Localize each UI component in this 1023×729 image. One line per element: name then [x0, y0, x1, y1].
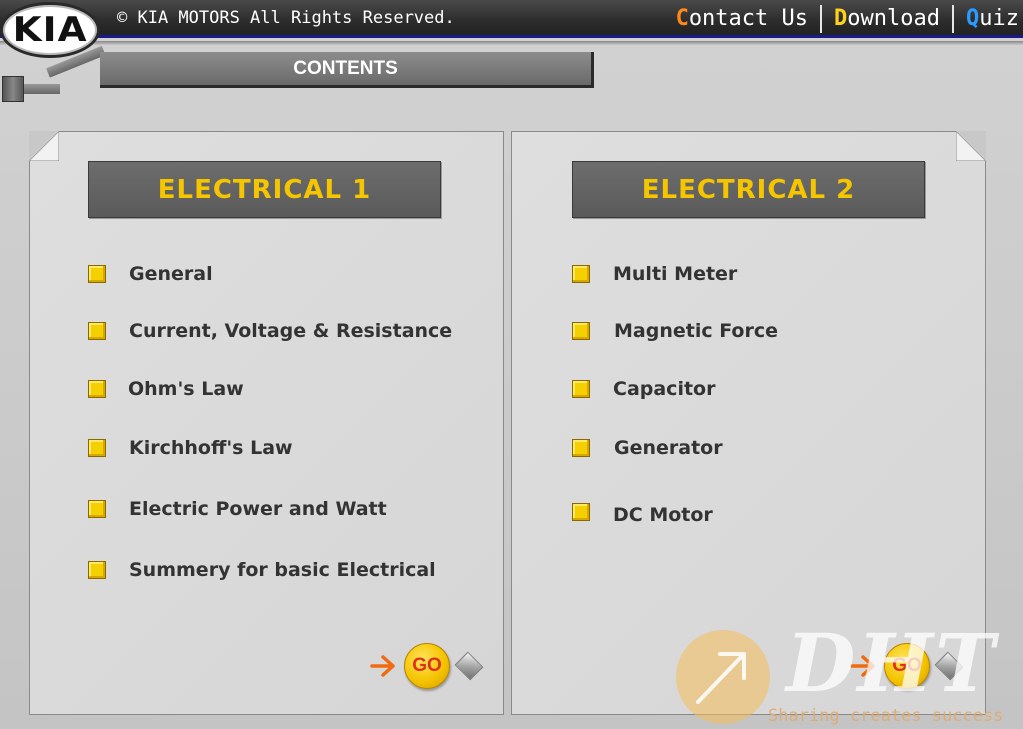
pipe-decoration: [20, 84, 60, 94]
kia-logo[interactable]: KIA: [0, 2, 100, 58]
nav-initial: Q: [966, 6, 980, 31]
copyright-text: © KIA MOTORS All Rights Reserved.: [117, 8, 455, 28]
menu-item-label: Capacitor: [613, 378, 716, 400]
menu-item-label: Magnetic Force: [614, 320, 778, 342]
bullet-icon: [572, 503, 590, 521]
menu-item-kirchhoffs-law[interactable]: Kirchhoff's Law: [88, 437, 293, 459]
menu-item-generator[interactable]: Generator: [572, 437, 723, 459]
contents-label: CONTENTS: [293, 57, 398, 79]
menu-item-label: Current, Voltage & Resistance: [129, 320, 453, 342]
menu-item-dc-motor[interactable]: DC Motor: [572, 498, 713, 526]
nav-initial: D: [834, 6, 848, 31]
top-nav: Contact Us Download Quiz: [664, 4, 1021, 34]
watermark-arrow-icon: [696, 652, 746, 704]
nav-contact-us[interactable]: Contact Us: [664, 4, 820, 34]
menu-item-label: DC Motor: [613, 504, 713, 526]
menu-item-current-voltage-resistance[interactable]: Current, Voltage & Resistance: [88, 320, 452, 342]
menu-item-label: Ohm's Law: [128, 378, 244, 400]
bullet-icon: [572, 322, 590, 340]
menu-item-label: Summery for basic Electrical: [129, 559, 436, 581]
menu-item-ohms-law[interactable]: Ohm's Law: [88, 378, 244, 400]
go-control: GO: [370, 643, 484, 689]
arrow-right-icon: [370, 655, 395, 677]
menu-item-summery-basic-electrical[interactable]: Summery for basic Electrical: [88, 559, 436, 581]
bullet-icon: [88, 380, 106, 398]
watermark-brand: DHT: [786, 616, 997, 710]
diamond-icon[interactable]: [454, 651, 484, 681]
nav-initial: C: [675, 6, 689, 31]
bullet-icon: [88, 561, 106, 579]
panel-title: ELECTRICAL 1: [88, 161, 441, 218]
bullet-icon: [572, 439, 590, 457]
menu-item-label: Electric Power and Watt: [129, 498, 387, 520]
contents-title-bar: CONTENTS: [100, 52, 594, 88]
watermark-circle: [676, 630, 770, 724]
header-shadow: [0, 41, 1023, 45]
bullet-icon: [572, 380, 590, 398]
menu-item-label: Multi Meter: [613, 263, 738, 285]
menu-item-label: General: [129, 263, 213, 285]
page-fold-corner: [956, 131, 986, 161]
bullet-icon: [572, 265, 590, 283]
bullet-icon: [88, 439, 106, 457]
menu-item-multi-meter[interactable]: Multi Meter: [572, 263, 737, 285]
menu-item-capacitor[interactable]: Capacitor: [572, 378, 715, 400]
bullet-icon: [88, 500, 106, 518]
menu-item-magnetic-force[interactable]: Magnetic Force: [572, 320, 778, 342]
bullet-icon: [88, 322, 106, 340]
menu-item-label: Generator: [614, 437, 723, 459]
nav-rest: ontact Us: [688, 6, 809, 31]
nav-rest: ownload: [847, 6, 940, 31]
menu-item-electric-power-watt[interactable]: Electric Power and Watt: [88, 498, 387, 520]
menu-item-general[interactable]: General: [88, 263, 213, 285]
nav-rest: uiz: [979, 6, 1019, 31]
nav-quiz[interactable]: Quiz: [954, 4, 1021, 34]
page-fold-corner: [29, 131, 59, 161]
bullet-icon: [88, 265, 106, 283]
pipe-cap-decoration: [2, 76, 24, 102]
go-button[interactable]: GO: [404, 643, 450, 689]
logo-text: KIA: [12, 10, 88, 50]
panel-title: ELECTRICAL 2: [572, 161, 925, 218]
menu-item-label: Kirchhoff's Law: [129, 437, 293, 459]
nav-download[interactable]: Download: [822, 4, 952, 34]
watermark-tagline: Sharing creates success: [768, 706, 1004, 726]
electrical-1-panel: ELECTRICAL 1 General Current, Voltage & …: [29, 131, 504, 715]
